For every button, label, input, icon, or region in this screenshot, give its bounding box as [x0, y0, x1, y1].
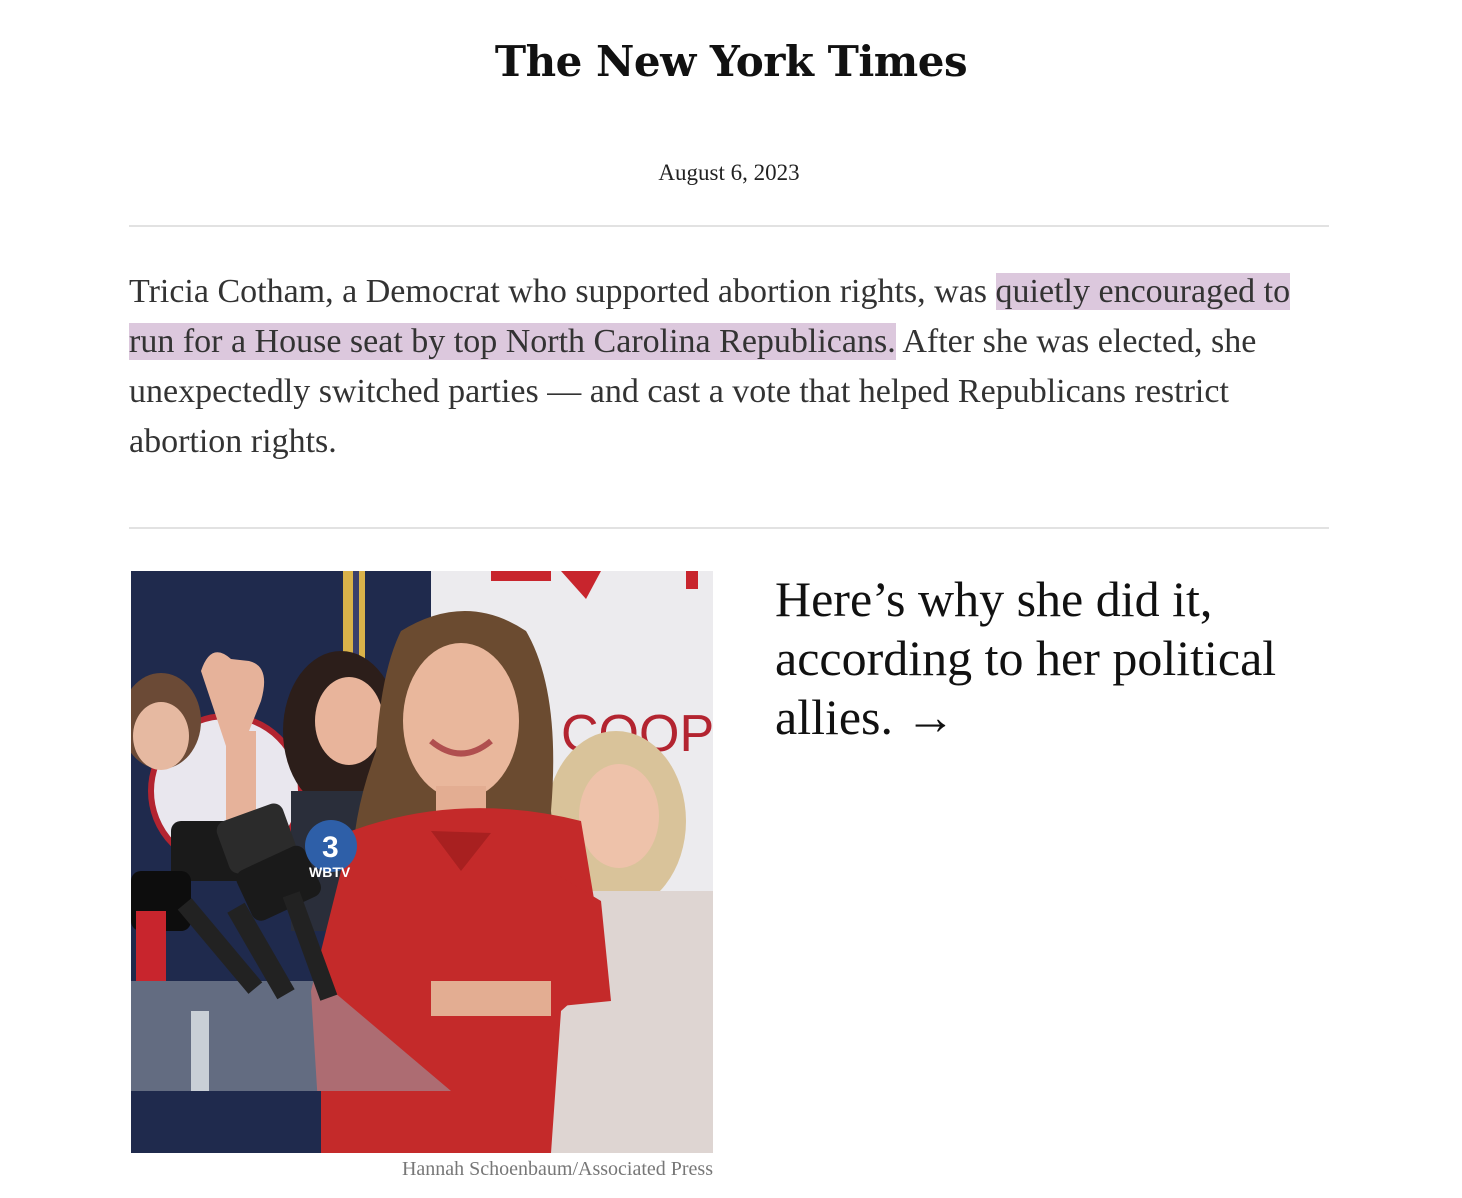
dateline: August 6, 2023: [658, 160, 800, 185]
divider-top: [129, 225, 1329, 227]
mic-label: WBTV: [309, 864, 351, 880]
mic-number: 3: [322, 831, 339, 864]
masthead-logo[interactable]: The New York Times: [0, 30, 1462, 94]
summary-paragraph: Tricia Cotham, a Democrat who supported …: [129, 267, 1329, 467]
divider-middle: [129, 527, 1329, 529]
read-more-link[interactable]: Here’s why she did it, according to her …: [775, 570, 1355, 747]
photo-illustration: COOP 3 WBTV: [131, 571, 713, 1153]
article-photo[interactable]: COOP 3 WBTV: [131, 571, 713, 1153]
summary-text-before: Tricia Cotham, a Democrat who supported …: [129, 273, 996, 310]
photo-credit: Hannah Schoenbaum/Associated Press: [401, 1158, 713, 1180]
